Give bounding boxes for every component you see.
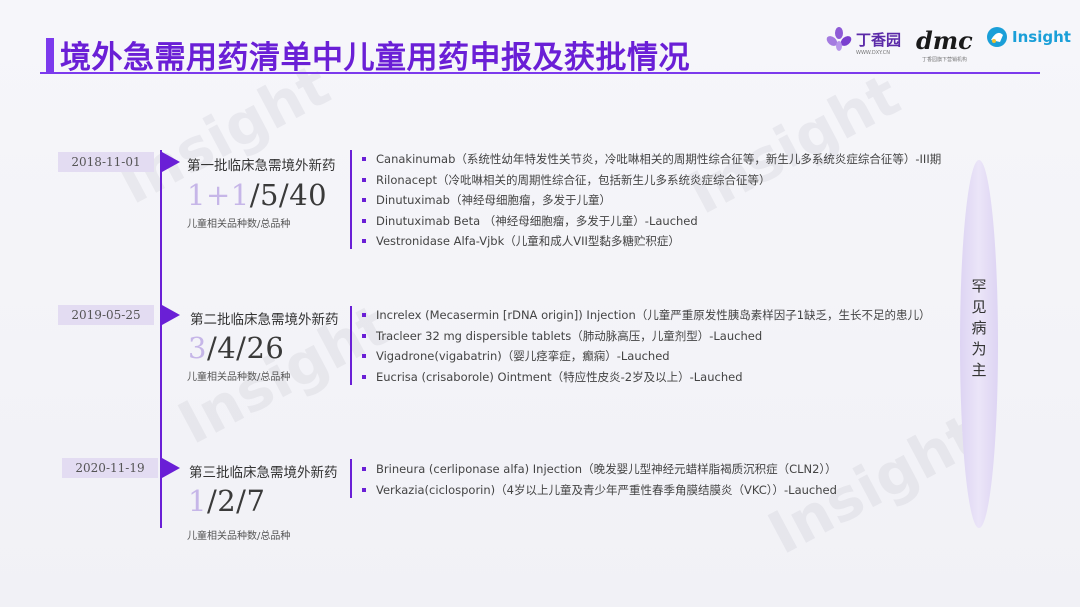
list-item: Vestronidase Alfa-Vjbk（儿童和成人VII型黏多糖贮积症） [362,231,941,252]
batch-1-caption: 儿童相关品种数/总品种 [187,219,291,230]
batch-1-bracket [350,150,352,249]
bullet-icon [362,177,366,182]
slide: Insight Insight Insight Insight 境外急需用药清单… [0,0,1080,607]
bullet-icon [362,218,366,223]
dmc-logo-sub: 丁香园旗下营销机构 [922,57,968,63]
bullet-icon [362,157,366,161]
batch-2-title: 第二批临床急需境外新药 [190,312,339,328]
list-item: Vigadrone(vigabatrin)（婴儿痉挛症，癫痫）-Lauched [362,346,931,367]
drug-name: Increlex (Mecasermin [rDNA origin]) Inje… [376,308,931,322]
dxy-logo-text: 丁香园 [856,30,902,49]
bullet-icon [362,333,366,338]
title-bar: 境外急需用药清单中儿童用药申报及获批情况 [46,30,736,76]
page-title: 境外急需用药清单中儿童用药申报及获批情况 [60,40,690,76]
batch-2-count-total: /4/26 [206,331,285,365]
drug-name: Canakinumab（系统性幼年特发性关节炎，冷吡啉相关的周期性综合征等，新生… [376,152,942,166]
dmc-logo-text: dmc [916,26,973,55]
batch-1-arrow-icon [162,152,180,172]
batch-3-count-children: 1 [188,484,207,518]
bullet-icon [362,313,366,317]
batch-1-title: 第一批临床急需境外新药 [187,158,336,174]
drug-name: Tracleer 32 mg dispersible tablets（肺动脉高压… [376,328,763,343]
list-item: Eucrisa (crisaborole) Ointment（特应性皮炎-2岁及… [362,367,931,388]
bullet-icon [362,487,366,492]
batch-2-date: 2019-05-25 [58,305,154,325]
side-label: 罕 见 病 为 主 [960,276,998,381]
drug-name: Rilonacept（冷吡啉相关的周期性综合征，包括新生儿多系统炎症综合征等） [376,172,771,187]
batch-1-date: 2018-11-01 [58,152,154,172]
list-item: Canakinumab（系统性幼年特发性关节炎，冷吡啉相关的周期性综合征等，新生… [362,149,941,170]
side-label-char: 病 [971,319,987,337]
bullet-icon [362,374,366,379]
list-item: Tracleer 32 mg dispersible tablets（肺动脉高压… [362,326,931,347]
bullet-icon [362,354,366,358]
batch-3-arrow-icon [162,458,180,478]
title-accent [46,38,54,74]
batch-1-drug-list: Canakinumab（系统性幼年特发性关节炎，冷吡啉相关的周期性综合征等，新生… [362,149,941,252]
drug-name: Brineura (cerliponase alfa) Injection（晚发… [376,462,837,476]
bullet-icon [362,239,366,243]
batch-1-count-children: 1+1 [187,178,250,212]
list-item: Dinutuximab（神经母细胞瘤，多发于儿童） [362,190,941,211]
drug-name: Dinutuximab（神经母细胞瘤，多发于儿童） [376,193,611,207]
drug-name: Dinutuximab Beta （神经母细胞瘤，多发于儿童）-Lauched [376,213,698,228]
list-item: Verkazia(ciclosporin)（4岁以上儿童及青少年严重性春季角膜结… [362,480,837,501]
drug-name: Verkazia(ciclosporin)（4岁以上儿童及青少年严重性春季角膜结… [376,482,837,497]
drug-name: Vestronidase Alfa-Vjbk（儿童和成人VII型黏多糖贮积症） [376,234,680,248]
batch-1-count: 1+1/5/40 [187,178,327,212]
side-label-char: 见 [971,298,987,316]
batch-3-title: 第三批临床急需境外新药 [189,465,338,481]
dmc-logo: dmc 丁香园旗下营销机构 [916,26,973,63]
list-item: Brineura (cerliponase alfa) Injection（晚发… [362,459,837,480]
list-item: Increlex (Mecasermin [rDNA origin]) Inje… [362,305,931,326]
batch-2-count-children: 3 [188,331,207,365]
batch-2-bracket [350,306,352,385]
flower-icon [826,27,852,51]
batch-1-count-total: /5/40 [249,178,328,212]
batch-3-date: 2020-11-19 [62,458,158,478]
batch-2-drug-list: Increlex (Mecasermin [rDNA origin]) Inje… [362,305,931,387]
dxy-logo-sub: WWW.DXY.CN [856,50,890,56]
side-label-char: 主 [971,361,987,379]
insight-logo-text: Insight [1012,28,1071,46]
batch-2-count: 3/4/26 [188,331,284,365]
bullet-icon [362,467,366,471]
batch-3-count: 1/2/7 [188,484,265,518]
bullet-icon [362,198,366,202]
drug-name: Eucrisa (crisaborole) Ointment（特应性皮炎-2岁及… [376,369,743,384]
batch-2-caption: 儿童相关品种数/总品种 [187,372,291,383]
batch-3-drug-list: Brineura (cerliponase alfa) Injection（晚发… [362,459,837,500]
list-item: Rilonacept（冷吡啉相关的周期性综合征，包括新生儿多系统炎症综合征等） [362,170,941,191]
batch-2-arrow-icon [162,305,180,325]
list-item: Dinutuximab Beta （神经母细胞瘤，多发于儿童）-Lauched [362,211,941,232]
dxy-logo: 丁香园 WWW.DXY.CN [826,26,902,56]
batch-3-bracket [350,459,352,498]
side-label-char: 罕 [971,277,987,295]
batch-3-caption: 儿童相关品种数/总品种 [187,531,291,542]
batch-3-count-total: /2/7 [206,484,266,518]
insight-logo: Insight [986,26,1071,48]
side-label-char: 为 [971,340,987,358]
drug-name: Vigadrone(vigabatrin)（婴儿痉挛症，癫痫）-Lauched [376,349,670,363]
insight-icon [987,27,1007,47]
title-underline [40,72,1040,74]
